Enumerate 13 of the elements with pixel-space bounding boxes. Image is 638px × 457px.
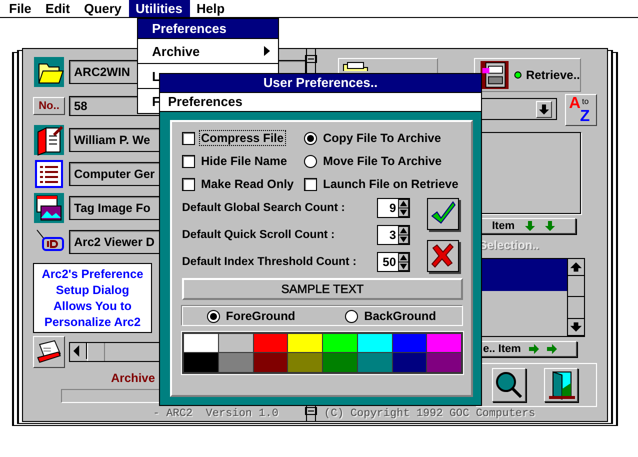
selection-label: Selection.. <box>478 238 540 254</box>
note-line: Setup Dialog <box>56 282 130 298</box>
status-label: Archive <box>111 371 156 385</box>
count-label: Default Index Threshold Count : <box>182 256 356 268</box>
note-line: Arc2's Preference <box>42 266 144 282</box>
note-line: Personalize Arc2 <box>44 314 141 330</box>
note-line: Allows You to <box>53 298 132 314</box>
copyright-text: (C) Copyright 1992 GOC Computers <box>324 408 536 420</box>
dialog-title: User Preferences.. <box>160 74 481 93</box>
sample-text-preview: SAMPLE TEXT <box>182 278 463 300</box>
count-label: Default Global Search Count : <box>182 202 345 214</box>
version-text: - ARC2 Version 1.0 <box>153 408 280 420</box>
count-label: Default Quick Scroll Count : <box>182 229 335 241</box>
